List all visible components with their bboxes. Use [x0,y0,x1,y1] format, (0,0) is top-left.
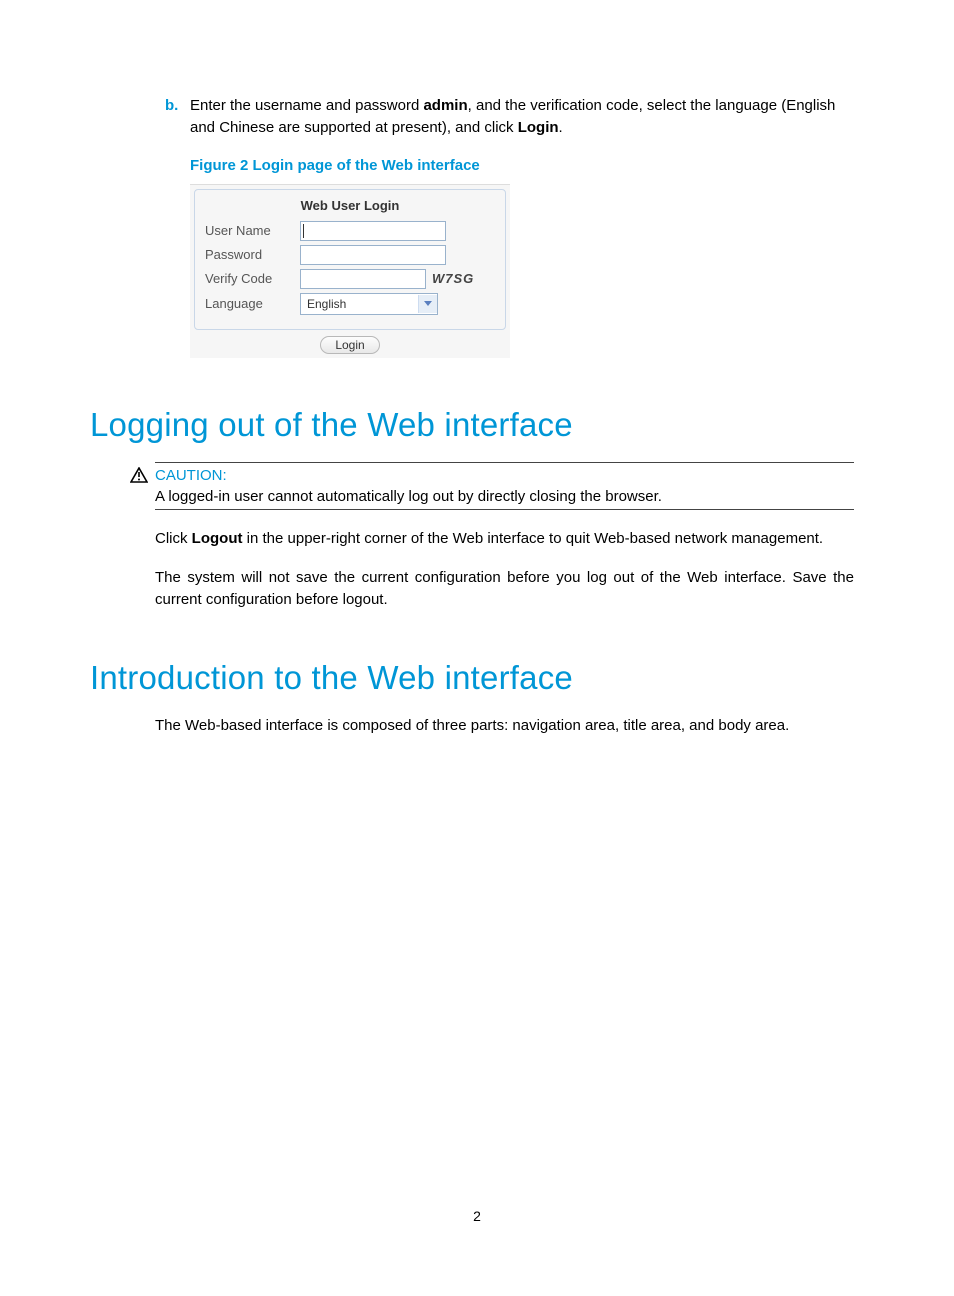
login-figure: Web User Login User Name Password Verify… [190,184,510,358]
login-panel: Web User Login User Name Password Verify… [194,189,506,330]
username-row: User Name [205,221,495,241]
section-heading-intro: Introduction to the Web interface [90,659,864,697]
verify-row: Verify Code W7SG [205,269,495,289]
paragraph-save-config: The system will not save the current con… [155,567,854,611]
document-page: b. Enter the username and password admin… [0,0,954,1296]
language-label: Language [205,296,300,311]
password-input[interactable] [300,245,446,265]
caution-text: A logged-in user cannot automatically lo… [155,486,854,505]
language-select[interactable]: English [300,293,438,315]
list-marker: b. [165,95,178,117]
login-title: Web User Login [205,198,495,213]
paragraph-logout-instruction: Click Logout in the upper-right corner o… [155,528,854,550]
verify-label: Verify Code [205,271,300,286]
verify-input[interactable] [300,269,426,289]
paragraph-intro: The Web-based interface is composed of t… [155,715,854,737]
figure-caption: Figure 2 Login page of the Web interface [190,157,864,174]
caution-block: CAUTION: A logged-in user cannot automat… [155,462,854,510]
username-label: User Name [205,223,300,238]
language-row: Language English [205,293,495,315]
section-heading-logout: Logging out of the Web interface [90,406,864,444]
step-text: Enter the username and password admin, a… [190,97,835,136]
caution-content: CAUTION: A logged-in user cannot automat… [155,462,854,510]
login-button[interactable]: Login [320,336,379,354]
chevron-down-icon [418,295,437,313]
caution-label: CAUTION: [155,467,854,486]
password-row: Password [205,245,495,265]
login-button-row: Login [190,336,510,358]
caution-icon [130,467,148,488]
username-input[interactable] [300,221,446,241]
language-value: English [307,297,346,311]
page-number: 2 [0,1208,954,1224]
instruction-step-b: b. Enter the username and password admin… [190,95,854,139]
verify-code-image: W7SG [432,271,474,286]
password-label: Password [205,247,300,262]
